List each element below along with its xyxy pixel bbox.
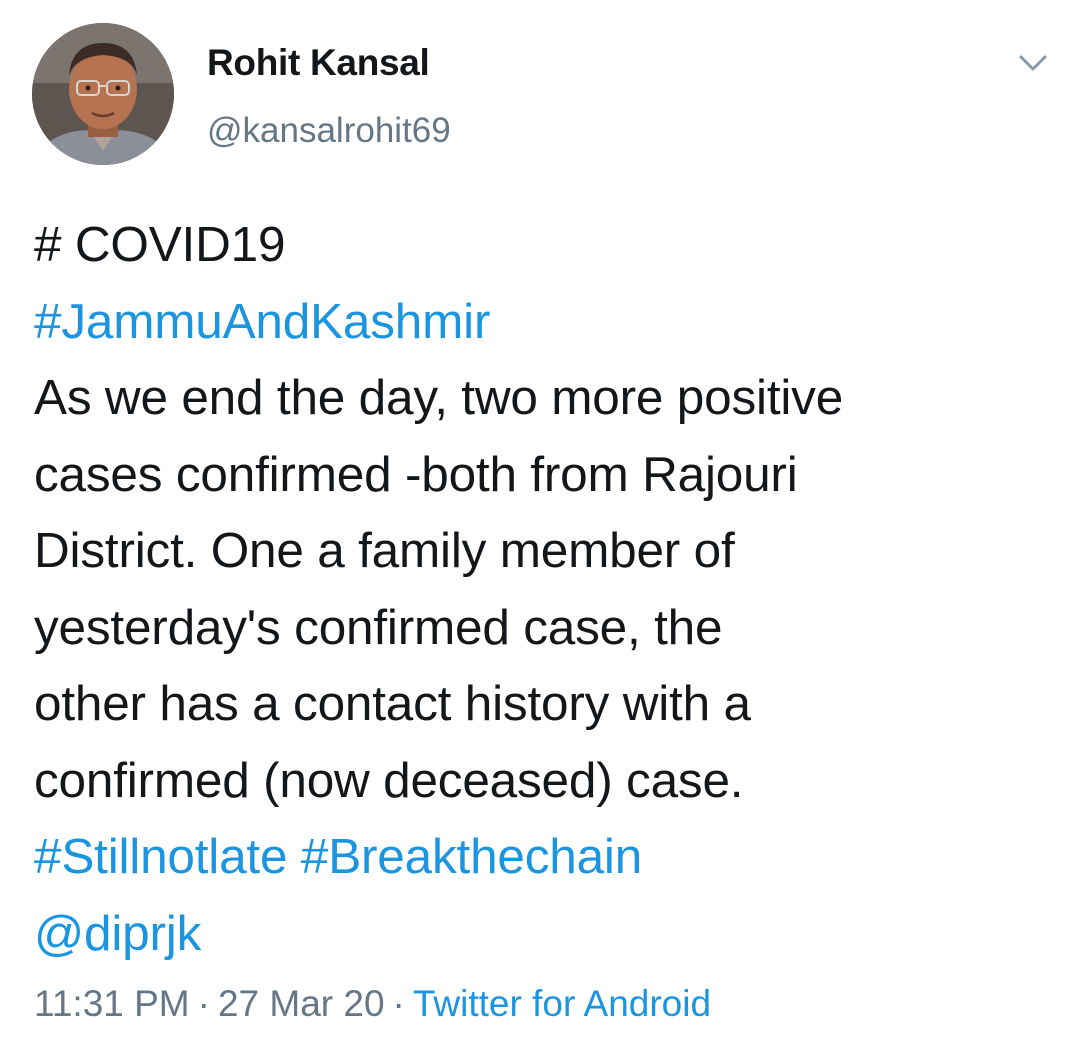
meta-separator: · xyxy=(392,983,405,1024)
meta-separator: · xyxy=(197,983,210,1024)
tweet-line: other has a contact history with a xyxy=(34,676,751,731)
avatar[interactable] xyxy=(32,23,174,165)
tweet-line: District. One a family member of xyxy=(34,523,735,578)
tweet-text: # COVID19 #JammuAndKashmir As we end the… xyxy=(34,207,1054,972)
tweet-source-link[interactable]: Twitter for Android xyxy=(413,983,711,1024)
tweet-line: yesterday's confirmed case, the xyxy=(34,599,723,655)
hashtag-jammuandkashmir-link[interactable]: #JammuAndKashmir xyxy=(34,284,1054,361)
tweet-meta: 11:31 PM · 27 Mar 20 · Twitter for Android xyxy=(34,980,711,1028)
chevron-down-icon xyxy=(1019,55,1047,71)
author-display-name[interactable]: Rohit Kansal xyxy=(207,40,430,86)
avatar-portrait-icon xyxy=(32,23,174,165)
tweet-line: confirmed (now deceased) case. xyxy=(34,752,744,808)
tweet-date[interactable]: 27 Mar 20 xyxy=(218,983,385,1024)
author-handle[interactable]: @kansalrohit69 xyxy=(207,108,451,154)
tweet-line: As we end the day, two more positive xyxy=(34,370,844,425)
tweet-line: cases confirmed -both from Rajouri xyxy=(34,446,798,502)
tweet-card: Rohit Kansal @kansalrohit69 # COVID19 #J… xyxy=(0,0,1080,1054)
hashtag-stillnotlate-link[interactable]: #Stillnotlate xyxy=(34,829,288,884)
tweet-menu-button[interactable] xyxy=(1013,45,1053,81)
tweet-time[interactable]: 11:31 PM xyxy=(34,983,190,1024)
tweet-line-hashtags: #Stillnotlate #Breakthechain xyxy=(34,819,1054,896)
tweet-line-covid: # COVID19 xyxy=(34,217,286,272)
mention-diprjk-link[interactable]: @diprjk xyxy=(34,896,1054,973)
hashtag-breakthechain-link[interactable]: #Breakthechain xyxy=(301,829,642,884)
